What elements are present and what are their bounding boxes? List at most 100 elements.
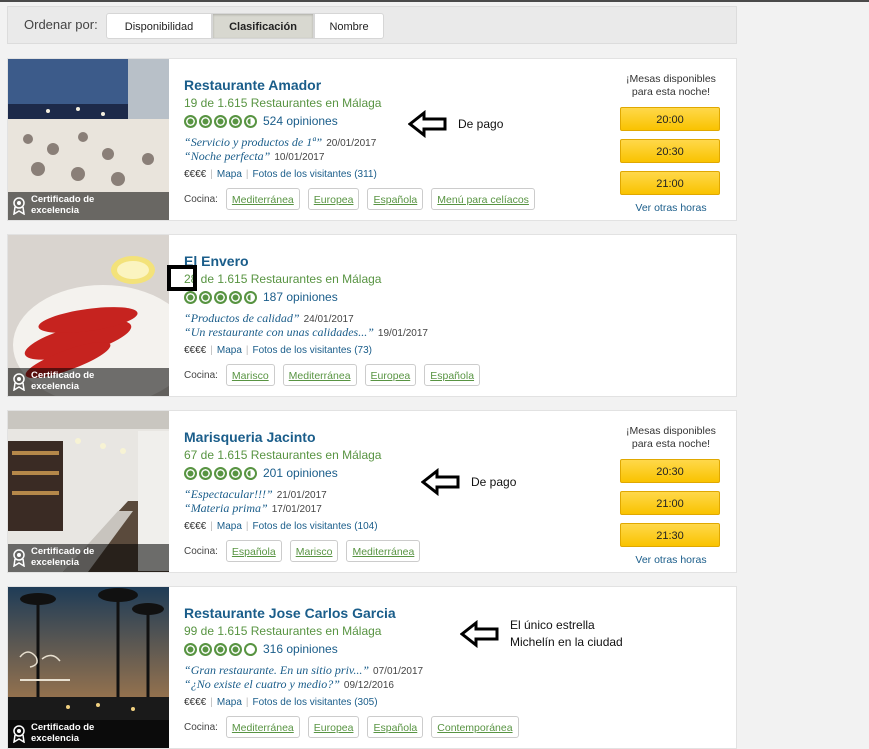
restaurant-name[interactable]: Marisqueria Jacinto [184, 429, 316, 445]
annotation-text: De pago [458, 116, 504, 131]
photos-link[interactable]: Fotos de los visitantes (73) [252, 345, 372, 356]
quote-date: 09/12/2016 [343, 680, 394, 691]
cuisine-row: Cocina: Marisco Mediterránea Europea Esp… [184, 364, 488, 386]
restaurant-card: Certificado de excelencia El Envero 28 d… [7, 234, 737, 397]
quote-text: Espectacular!!! [190, 487, 266, 501]
quote-link[interactable]: “¿No existe el cuatro y medio?” [184, 677, 340, 691]
cuisine-tag[interactable]: Española [367, 188, 424, 210]
certificate-text: Certificado de excelencia [31, 370, 95, 392]
time-slot-button[interactable]: 20:00 [620, 107, 720, 131]
rating: 316 opiniones [184, 641, 338, 657]
quote-date: 24/01/2017 [303, 314, 354, 325]
map-link[interactable]: Mapa [217, 345, 242, 356]
quote-date: 07/01/2017 [373, 666, 424, 677]
more-times-link[interactable]: Ver otras horas [620, 202, 722, 214]
bubble-icon [214, 642, 227, 656]
quote-text: Un restaurante con unas calidades... [190, 325, 368, 339]
time-slot-button[interactable]: 20:30 [620, 139, 720, 163]
restaurant-card: Certificado de excelencia Marisqueria Ja… [7, 410, 737, 573]
reviews-link[interactable]: 524 opiniones [263, 114, 338, 128]
reviews-link[interactable]: 201 opiniones [263, 466, 338, 480]
time-slot-button[interactable]: 21:00 [620, 491, 720, 515]
quote-link[interactable]: “Servicio y productos de 1ª” [184, 135, 322, 149]
cuisine-label: Cocina: [184, 369, 218, 381]
quote-date: 21/01/2017 [276, 490, 327, 501]
cuisine-tag[interactable]: Europea [307, 716, 360, 738]
certificate-text: Certificado de excelencia [31, 722, 95, 744]
rating: 524 opiniones [184, 113, 338, 129]
certificate-icon [13, 373, 25, 391]
review-quote: “Un restaurante con unas calidades...” 19… [184, 325, 428, 340]
more-times-link[interactable]: Ver otras horas [620, 554, 722, 566]
reviews-link[interactable]: 187 opiniones [263, 290, 338, 304]
bubble-icon [214, 114, 227, 128]
cuisine-tag[interactable]: Mediterránea [225, 188, 300, 210]
photos-link[interactable]: Fotos de los visitantes (311) [252, 169, 376, 180]
quote-link[interactable]: “Espectacular!!!” [184, 487, 273, 501]
cuisine-tag[interactable]: Europea [307, 188, 360, 210]
time-slot-button[interactable]: 21:00 [620, 171, 720, 195]
photos-link[interactable]: Fotos de los visitantes (104) [252, 521, 377, 532]
review-quote: “Gran restaurante. En un sitio priv...” 0… [184, 663, 423, 678]
sort-tab-availability[interactable]: Disponibilidad [106, 13, 212, 39]
quote-link[interactable]: “Noche perfecta” [184, 149, 270, 163]
restaurant-photo[interactable]: Certificado de excelencia [8, 59, 169, 220]
quote-text: Productos de calidad [190, 311, 293, 325]
bubble-icon [229, 290, 242, 304]
review-quote: “Materia prima” 17/01/2017 [184, 501, 322, 516]
time-slot-button[interactable]: 21:30 [620, 523, 720, 547]
rating-bubbles [184, 466, 259, 480]
bubble-icon [214, 466, 227, 480]
quote-text: ¿No existe el cuatro y medio? [190, 677, 334, 691]
cuisine-tag[interactable]: Europea [364, 364, 417, 386]
photos-count: (305) [354, 697, 378, 708]
restaurant-card: Certificado de excelencia Restaurante Jo… [7, 586, 737, 749]
map-link[interactable]: Mapa [217, 697, 242, 708]
restaurant-photo[interactable]: Certificado de excelencia [8, 587, 169, 748]
photos-link[interactable]: Fotos de los visitantes (305) [252, 697, 377, 708]
cuisine-tag[interactable]: Mediterránea [282, 364, 357, 386]
sort-tab-rating[interactable]: Clasificación [212, 13, 314, 39]
cuisine-tag[interactable]: Contemporánea [431, 716, 519, 738]
cuisine-tag[interactable]: Menú para celíacos [431, 188, 535, 210]
restaurant-name[interactable]: Restaurante Amador [184, 77, 321, 93]
restaurant-rank: 19 de 1.615 Restaurantes en Málaga [184, 96, 382, 110]
map-link[interactable]: Mapa [217, 521, 242, 532]
restaurant-photo[interactable]: Certificado de excelencia [8, 235, 169, 396]
cuisine-tag[interactable]: Española [225, 540, 282, 562]
restaurant-name[interactable]: Restaurante Jose Carlos Garcia [184, 605, 396, 621]
bubble-icon [244, 466, 257, 480]
bubble-icon [244, 290, 257, 304]
quote-text: Noche perfecta [190, 149, 264, 163]
quote-link[interactable]: “Productos de calidad” [184, 311, 300, 325]
cuisine-tag[interactable]: Marisco [289, 540, 339, 562]
quote-link[interactable]: “Materia prima” [184, 501, 268, 515]
cuisine-tag[interactable]: Española [367, 716, 424, 738]
cuisine-tag[interactable]: Mediterránea [346, 540, 421, 562]
certificate-icon [13, 725, 25, 743]
cuisine-tag[interactable]: Marisco [225, 364, 275, 386]
reviews-link[interactable]: 316 opiniones [263, 642, 338, 656]
sort-tab-name[interactable]: Nombre [314, 13, 384, 39]
cuisine-tag[interactable]: Española [424, 364, 481, 386]
certificate-badge: Certificado de excelencia [8, 720, 169, 748]
cuisine-tag[interactable]: Mediterránea [225, 716, 300, 738]
photos-count: (73) [354, 345, 372, 356]
review-quote: “Espectacular!!!” 21/01/2017 [184, 487, 327, 502]
quote-date: 20/01/2017 [326, 138, 377, 149]
price-level: €€€€ [184, 345, 207, 356]
restaurant-photo[interactable]: Certificado de excelencia [8, 411, 169, 572]
cuisine-label: Cocina: [184, 545, 218, 557]
quote-link[interactable]: “Gran restaurante. En un sitio priv...” [184, 663, 369, 677]
map-link[interactable]: Mapa [217, 169, 242, 180]
review-quote: “Servicio y productos de 1ª” 20/01/2017 [184, 135, 376, 150]
price-level: €€€€ [184, 521, 207, 532]
certificate-badge: Certificado de excelencia [8, 544, 169, 572]
arrow-left-icon [421, 468, 460, 496]
rating: 187 opiniones [184, 289, 338, 305]
time-slot-button[interactable]: 20:30 [620, 459, 720, 483]
annotation-michelin: El único estrella Michelín en la ciudad [460, 617, 623, 651]
quote-link[interactable]: “Un restaurante con unas calidades...” [184, 325, 374, 339]
restaurant-card: Certificado de excelencia Restaurante Am… [7, 58, 737, 221]
bubble-icon [244, 114, 257, 128]
